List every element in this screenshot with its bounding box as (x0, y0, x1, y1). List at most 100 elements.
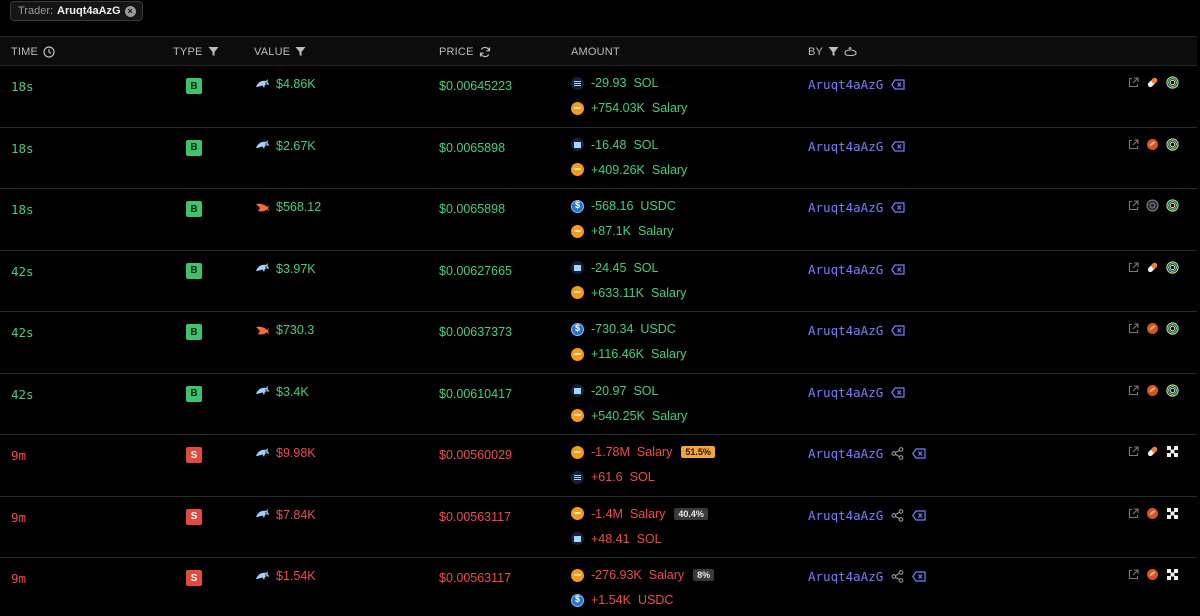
row-actions (1128, 260, 1179, 274)
maker-cell: Aruqt4aAzG (808, 446, 926, 461)
grid-icon[interactable] (1166, 507, 1179, 520)
amount-token: Salary (629, 506, 666, 521)
external-link-icon[interactable] (1128, 323, 1139, 334)
share-icon[interactable] (891, 447, 904, 460)
trade-value-text: $4.86K (276, 77, 316, 91)
external-link-icon[interactable] (1128, 384, 1139, 396)
amount-qty: -29.93 (591, 76, 627, 90)
maker-address-link[interactable]: Aruqt4aAzG (808, 200, 883, 215)
trade-type-badge: B (186, 385, 202, 402)
remove-filter-icon[interactable] (912, 509, 926, 521)
trade-value-text: $2.67K (276, 138, 316, 153)
trade-time: 18s (11, 140, 34, 156)
amount-token: SOL (633, 76, 659, 90)
column-header-by[interactable]: BY (808, 37, 857, 66)
external-link-icon[interactable] (1128, 77, 1139, 88)
sol-token-icon (571, 138, 584, 151)
remove-filter-icon[interactable] (912, 571, 926, 582)
table-row[interactable]: 42s B $3.97K $0.00627665 -24.45 SOL +633… (0, 250, 1197, 312)
rainbow-icon[interactable] (1166, 322, 1179, 335)
percent-sold-badge: 8% (693, 569, 715, 581)
external-link-icon[interactable] (1128, 200, 1139, 211)
pill-icon[interactable] (1146, 76, 1159, 89)
table-row[interactable]: 18s B $568.12 $0.0065898 -568.16 USDC +8… (0, 189, 1197, 251)
remove-filter-icon[interactable] (891, 202, 905, 213)
whale-icon[interactable] (844, 46, 857, 57)
external-link-icon[interactable] (1128, 138, 1139, 150)
external-link-icon[interactable] (1128, 507, 1139, 519)
bonk-icon[interactable] (1146, 138, 1159, 151)
bonk-icon[interactable] (1146, 322, 1159, 335)
clock-icon[interactable] (43, 45, 55, 58)
pill-icon[interactable] (1146, 445, 1159, 458)
external-link-icon[interactable] (1128, 569, 1139, 580)
trade-type-badge: S (186, 570, 202, 586)
pill-icon[interactable] (1146, 261, 1159, 274)
rainbow-icon[interactable] (1166, 383, 1179, 397)
table-row[interactable]: 42s B $3.4K $0.00610417 -20.97 SOL +540.… (0, 373, 1197, 435)
maker-address-link[interactable]: Aruqt4aAzG (808, 323, 883, 338)
amount-line-2: +61.6 SOL (571, 470, 655, 484)
maker-address-link[interactable]: Aruqt4aAzG (808, 569, 883, 584)
rainbow-icon[interactable] (1166, 137, 1179, 151)
external-link-icon[interactable] (1128, 446, 1139, 457)
table-row[interactable]: 9m S $1.54K $0.00563117 -276.93K Salary … (0, 558, 1197, 616)
filter-icon[interactable] (295, 46, 306, 57)
remove-filter-icon[interactable] (891, 325, 905, 336)
table-row[interactable]: 18s B $4.86K $0.00645223 -29.93 SOL +754… (0, 66, 1197, 128)
rainbow-icon[interactable] (1166, 76, 1179, 89)
amount-qty: -568.16 (591, 199, 634, 213)
table-row[interactable]: 9m S $7.84K $0.00563117 -1.4M Salary 40.… (0, 496, 1197, 558)
trade-time: 9m (11, 571, 27, 586)
remove-filter-icon[interactable] (891, 263, 905, 275)
salary-token-icon (571, 507, 584, 520)
close-icon[interactable]: × (124, 5, 136, 17)
amount-qty: -16.48 (591, 137, 627, 152)
filter-icon[interactable] (828, 46, 839, 57)
table-row[interactable]: 9m S $9.98K $0.00560029 -1.78M Salary 51… (0, 435, 1197, 497)
share-icon[interactable] (891, 508, 904, 522)
remove-filter-icon[interactable] (891, 386, 905, 398)
bonk-icon[interactable] (1146, 384, 1159, 397)
coin-icon[interactable] (1146, 199, 1159, 212)
rainbow-icon[interactable] (1166, 260, 1179, 274)
column-header-type[interactable]: TYPE (173, 37, 219, 66)
filter-bar: Trader: Aruqt4aAzG × (0, 0, 1200, 36)
amount-token: Salary (648, 568, 685, 582)
maker-address-link[interactable]: Aruqt4aAzG (808, 385, 883, 400)
amount-qty: +48.41 (591, 531, 630, 546)
row-actions (1128, 199, 1179, 212)
maker-address-link[interactable]: Aruqt4aAzG (808, 508, 883, 523)
filter-icon[interactable] (208, 46, 219, 57)
grid-icon[interactable] (1166, 568, 1179, 581)
rainbow-icon[interactable] (1166, 199, 1179, 212)
column-header-amount: AMOUNT (571, 37, 620, 66)
maker-address-link[interactable]: Aruqt4aAzG (808, 446, 883, 461)
refresh-icon[interactable] (479, 46, 491, 58)
amount-token: SOL (633, 260, 659, 275)
trade-value: $7.84K (255, 508, 316, 522)
remove-filter-icon[interactable] (891, 79, 905, 90)
amount-token: SOL (636, 531, 662, 546)
bonk-icon[interactable] (1146, 507, 1159, 520)
remove-filter-icon[interactable] (912, 448, 926, 459)
amount-qty: -276.93K (591, 568, 642, 582)
external-link-icon[interactable] (1128, 261, 1139, 273)
amount-token: SOL (633, 137, 659, 152)
trader-filter-chip[interactable]: Trader: Aruqt4aAzG × (10, 1, 143, 21)
table-row[interactable]: 18s B $2.67K $0.0065898 -16.48 SOL +409.… (0, 127, 1197, 189)
bonk-icon[interactable] (1146, 568, 1159, 581)
column-header-value[interactable]: VALUE (254, 37, 306, 66)
trade-time: 18s (11, 202, 34, 217)
remove-filter-icon[interactable] (891, 140, 905, 152)
column-header-time[interactable]: TIME (11, 37, 55, 66)
amount-qty: +87.1K (591, 224, 631, 238)
maker-address-link[interactable]: Aruqt4aAzG (808, 77, 883, 92)
table-row[interactable]: 42s B $730.3 $0.00637373 -730.34 USDC +1… (0, 312, 1197, 374)
column-header-price[interactable]: PRICE (439, 37, 491, 66)
amount-line-2: +754.03K Salary (571, 101, 687, 115)
maker-address-link[interactable]: Aruqt4aAzG (808, 262, 883, 277)
grid-icon[interactable] (1166, 445, 1179, 458)
maker-address-link[interactable]: Aruqt4aAzG (808, 139, 883, 154)
share-icon[interactable] (891, 570, 904, 583)
